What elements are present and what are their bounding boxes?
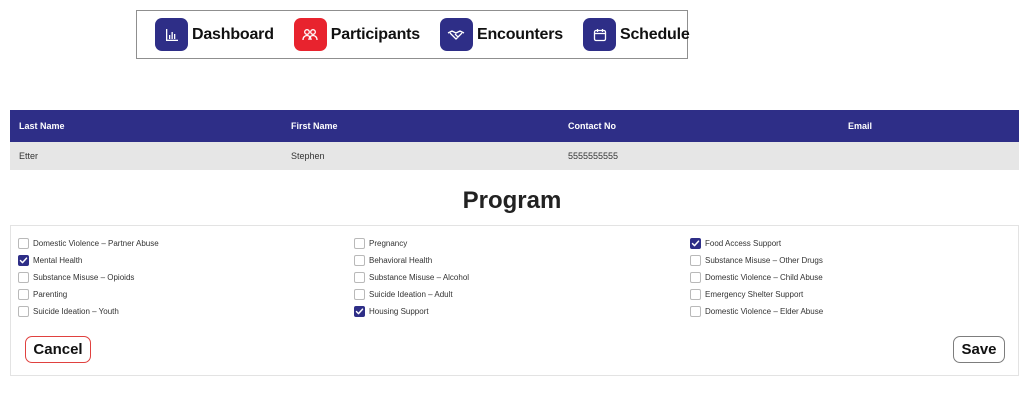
- checkbox[interactable]: [690, 289, 701, 300]
- program-panel: Domestic Violence – Partner Abuse Mental…: [10, 225, 1019, 376]
- header-email[interactable]: Email: [848, 121, 872, 131]
- checkbox-label: Behavioral Health: [369, 256, 433, 265]
- program-option-checkbox[interactable]: Pregnancy: [354, 238, 407, 249]
- checkbox[interactable]: [690, 238, 701, 249]
- nav-encounters-label: Encounters: [476, 25, 563, 43]
- nav-schedule[interactable]: Schedule: [573, 11, 690, 58]
- program-option-checkbox[interactable]: Housing Support: [354, 306, 429, 317]
- program-option-checkbox[interactable]: Behavioral Health: [354, 255, 432, 266]
- program-option-checkbox[interactable]: Substance Misuse – Opioids: [18, 272, 134, 283]
- program-option-checkbox[interactable]: Mental Health: [18, 255, 82, 266]
- checkbox[interactable]: [354, 272, 365, 283]
- cell-contact-no: 5555555555: [568, 151, 619, 161]
- nav-dashboard[interactable]: Dashboard: [137, 11, 274, 58]
- check-icon: [355, 308, 364, 315]
- header-last-name[interactable]: Last Name: [19, 121, 65, 131]
- nav-participants-label: Participants: [330, 25, 420, 43]
- program-option-checkbox[interactable]: Substance Misuse – Alcohol: [354, 272, 469, 283]
- program-option-checkbox[interactable]: Food Access Support: [690, 238, 781, 249]
- checkbox-label: Parenting: [33, 290, 68, 299]
- program-option-checkbox[interactable]: Domestic Violence – Child Abuse: [690, 272, 823, 283]
- checkbox-label: Substance Misuse – Alcohol: [369, 273, 470, 282]
- checkbox[interactable]: [18, 238, 29, 249]
- program-option-checkbox[interactable]: Suicide Ideation – Youth: [18, 306, 119, 317]
- checkbox-label: Food Access Support: [705, 239, 782, 248]
- handshake-icon: [439, 18, 473, 51]
- program-option-checkbox[interactable]: Emergency Shelter Support: [690, 289, 803, 300]
- checkbox-label: Domestic Violence – Elder Abuse: [705, 307, 824, 316]
- checkbox-label: Suicide Ideation – Adult: [369, 290, 453, 299]
- top-nav: Dashboard Participants Encounters Schedu…: [136, 10, 690, 59]
- checkbox-label: Pregnancy: [369, 239, 408, 248]
- checkbox-label: Emergency Shelter Support: [705, 290, 804, 299]
- program-option-checkbox[interactable]: Domestic Violence – Partner Abuse: [18, 238, 159, 249]
- nav-participants[interactable]: Participants: [284, 11, 420, 58]
- header-contact-no[interactable]: Contact No: [568, 121, 616, 131]
- checkbox[interactable]: [690, 306, 701, 317]
- table-row[interactable]: Etter Stephen 5555555555: [10, 142, 1019, 170]
- checkbox[interactable]: [690, 272, 701, 283]
- save-button[interactable]: Save: [953, 336, 1005, 363]
- checkbox-label: Domestic Violence – Partner Abuse: [33, 239, 159, 248]
- checkbox[interactable]: [18, 255, 29, 266]
- cell-first-name: Stephen: [291, 151, 325, 161]
- checkbox-label: Mental Health: [33, 256, 83, 265]
- table-header: Last Name First Name Contact No Email: [10, 110, 1019, 142]
- checkbox[interactable]: [690, 255, 701, 266]
- check-icon: [19, 257, 28, 264]
- calendar-icon: [583, 18, 616, 51]
- cancel-button[interactable]: Cancel: [25, 336, 91, 363]
- checkbox-label: Domestic Violence – Child Abuse: [705, 273, 823, 282]
- program-title: Program: [462, 187, 562, 214]
- checkbox[interactable]: [354, 306, 365, 317]
- nav-dashboard-label: Dashboard: [192, 25, 274, 43]
- checkbox[interactable]: [354, 289, 365, 300]
- program-option-checkbox[interactable]: Substance Misuse – Other Drugs: [690, 255, 823, 266]
- nav-encounters[interactable]: Encounters: [430, 11, 563, 58]
- program-option-checkbox[interactable]: Domestic Violence – Elder Abuse: [690, 306, 823, 317]
- checkbox-label: Suicide Ideation – Youth: [33, 307, 119, 316]
- checkbox[interactable]: [354, 255, 365, 266]
- cell-last-name: Etter: [19, 151, 39, 161]
- checkbox-label: Substance Misuse – Opioids: [33, 273, 135, 282]
- chart-icon: [155, 18, 188, 51]
- program-option-checkbox[interactable]: Parenting: [18, 289, 67, 300]
- program-option-checkbox[interactable]: Suicide Ideation – Adult: [354, 289, 453, 300]
- check-icon: [691, 240, 700, 247]
- checkbox[interactable]: [18, 306, 29, 317]
- checkbox[interactable]: [354, 238, 365, 249]
- header-first-name[interactable]: First Name: [291, 121, 338, 131]
- checkbox[interactable]: [18, 272, 29, 283]
- nav-schedule-label: Schedule: [620, 25, 690, 43]
- checkbox-label: Substance Misuse – Other Drugs: [705, 256, 823, 265]
- checkbox-label: Housing Support: [369, 307, 429, 316]
- people-icon: [293, 18, 327, 51]
- participant-table: Last Name First Name Contact No Email Et…: [10, 110, 1019, 170]
- checkbox[interactable]: [18, 289, 29, 300]
